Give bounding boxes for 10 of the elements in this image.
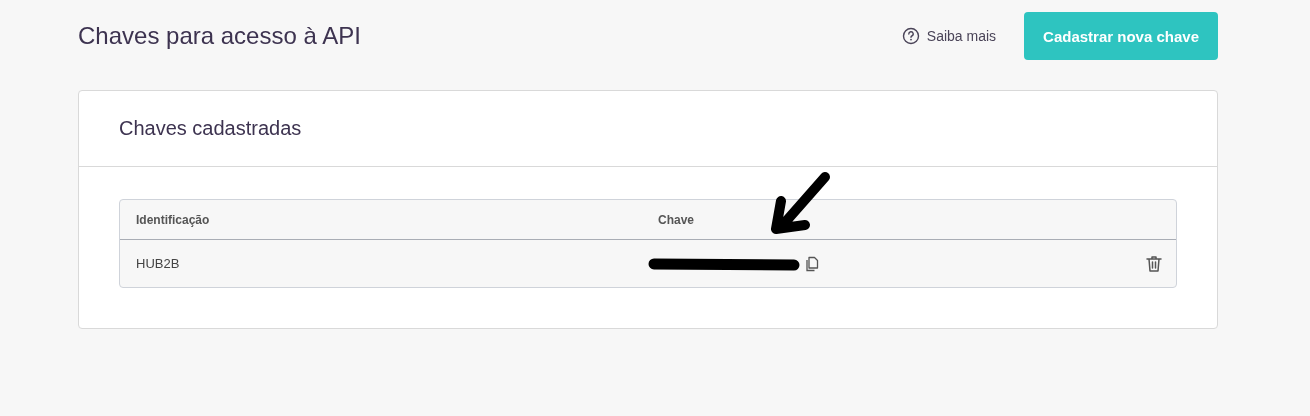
card-title: Chaves cadastradas — [119, 117, 302, 140]
help-icon — [901, 27, 920, 45]
column-header: Identificação — [135, 212, 211, 227]
copy-icon[interactable] — [804, 254, 820, 273]
trash-icon[interactable] — [1144, 253, 1164, 274]
column-header: Chave — [657, 212, 696, 227]
table-cell: HUB2B — [136, 256, 180, 271]
page-title: Chaves para acesso à API — [78, 22, 361, 50]
arrow-annotation — [769, 171, 833, 237]
help-link[interactable]: Saiba mais — [901, 27, 997, 45]
